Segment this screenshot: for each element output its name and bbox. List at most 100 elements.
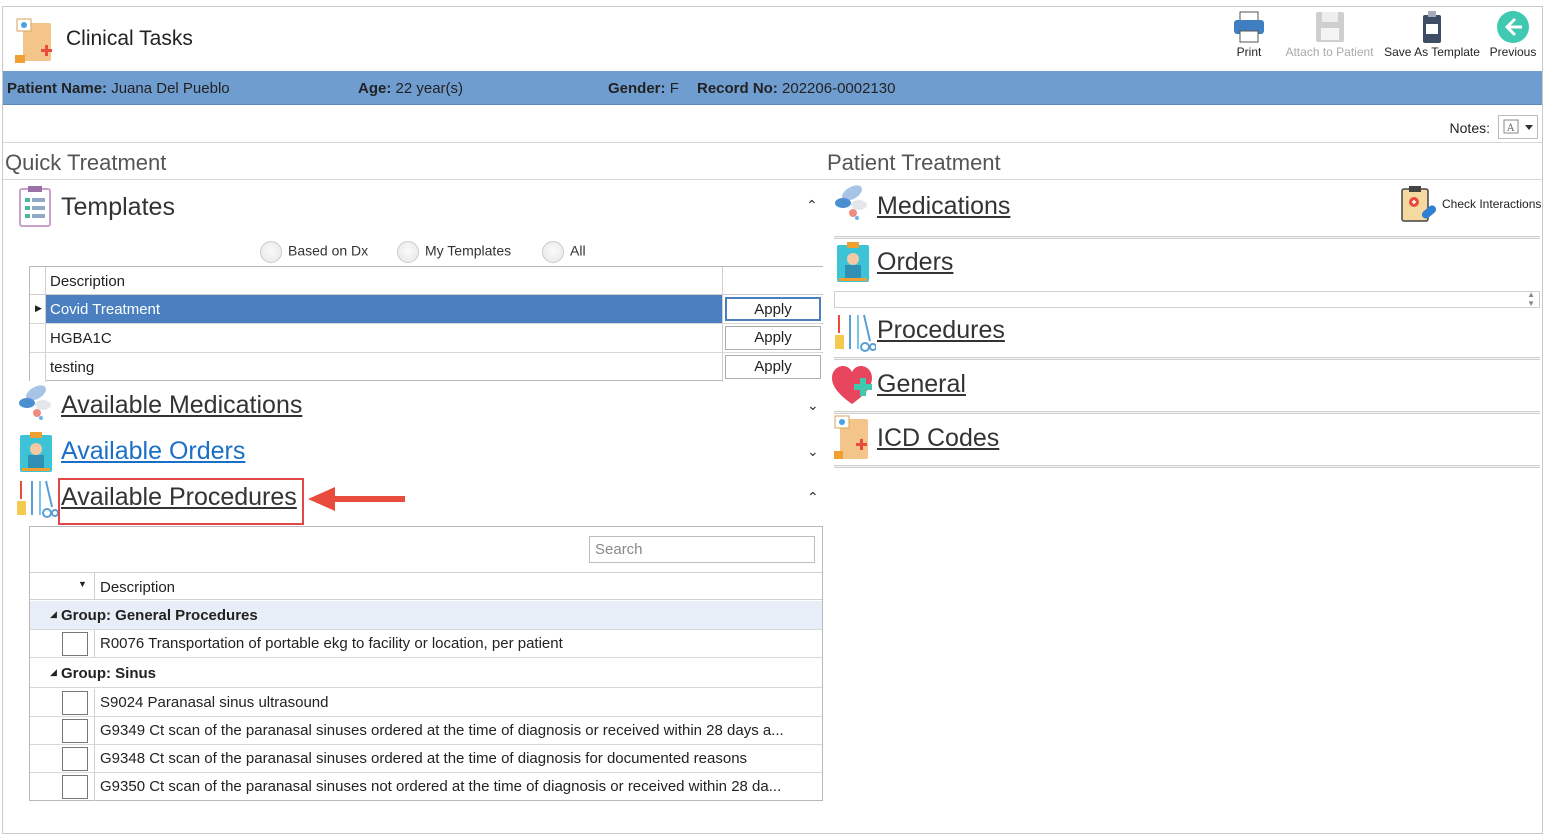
apply-cell: Apply — [722, 353, 823, 382]
patient-name-label: Patient Name: — [7, 80, 108, 97]
procedures-icon — [835, 314, 876, 352]
template-description: HGBA1C — [50, 330, 112, 347]
divider — [3, 179, 1542, 180]
row-indicator-header — [30, 267, 46, 294]
procedure-description: S9024 Paranasal sinus ultrasound — [100, 694, 329, 711]
procedure-search-input[interactable]: Search — [589, 536, 815, 563]
apply-button[interactable]: Apply — [725, 355, 821, 379]
procedure-checkbox[interactable] — [62, 747, 88, 771]
template-row[interactable]: testing Apply — [30, 353, 823, 382]
spinner-arrows-icon[interactable]: ▲ ▼ — [1527, 290, 1535, 308]
check-interactions-icon — [1401, 186, 1437, 222]
procedure-row[interactable]: G9349 Ct scan of the paranasal sinuses o… — [30, 717, 822, 745]
record-number: 202206-0002130 — [782, 80, 896, 97]
icd-codes-icon — [834, 415, 868, 459]
available-orders-link[interactable]: Available Orders — [61, 437, 245, 466]
sort-dropdown-icon[interactable]: ▼ — [78, 579, 87, 589]
procedure-checkbox[interactable] — [62, 691, 88, 715]
group-title: Group: General Procedures — [61, 607, 258, 624]
medications-link[interactable]: Medications — [877, 192, 1010, 221]
procedure-row[interactable]: G9350 Ct scan of the paranasal sinuses n… — [30, 773, 822, 801]
divider — [3, 142, 1542, 143]
patient-age: 22 year(s) — [395, 80, 464, 97]
select-column-header[interactable]: ▼ — [30, 573, 95, 599]
radio-label: My Templates — [425, 242, 512, 259]
icd-codes-link[interactable]: ICD Codes — [877, 424, 999, 453]
group-collapse-icon[interactable]: ◢ — [50, 667, 57, 678]
radio-circle-icon — [397, 241, 419, 263]
attach-to-patient-button[interactable]: Attach to Patient — [1282, 9, 1377, 59]
templates-clipboard-icon — [19, 186, 51, 227]
apply-button[interactable]: Apply — [725, 297, 821, 321]
group-collapse-icon[interactable]: ◢ — [50, 609, 57, 620]
radio-all[interactable]: All — [542, 241, 586, 263]
template-icon — [1423, 11, 1441, 43]
previous-button[interactable]: Previous — [1484, 9, 1542, 59]
medications-icon — [835, 185, 867, 220]
apply-column-header — [722, 267, 823, 294]
select-cell — [30, 717, 95, 744]
template-row[interactable]: HGBA1C Apply — [30, 324, 823, 353]
print-button[interactable]: Print — [1224, 9, 1274, 59]
svg-text:A: A — [1506, 123, 1515, 134]
radio-my-templates[interactable]: My Templates — [397, 241, 511, 263]
red-arrow-icon — [308, 487, 405, 511]
print-label: Print — [1236, 45, 1262, 59]
template-row[interactable]: ▶ Covid Treatment Apply — [30, 295, 823, 324]
procedures-icon — [17, 480, 58, 518]
group-title: Group: Sinus — [61, 665, 156, 682]
orders-icon — [20, 432, 52, 472]
patient-info-band: Patient Name: Juana Del Pueblo Age: 22 y… — [3, 71, 1542, 105]
radio-circle-icon — [260, 241, 282, 263]
printer-icon — [1234, 11, 1264, 43]
procedure-checkbox[interactable] — [62, 632, 88, 656]
window-title: Clinical Tasks — [66, 27, 193, 50]
clinical-tasks-window: Clinical Tasks Print Attach to Patient S… — [2, 6, 1543, 834]
templates-title: Templates — [61, 193, 175, 221]
available-medications-link[interactable]: Available Medications — [61, 391, 302, 420]
radio-based-on-dx[interactable]: Based on Dx — [260, 241, 368, 263]
template-description: Covid Treatment — [50, 301, 161, 318]
heart-plus-icon — [832, 366, 872, 404]
notes-dropdown[interactable]: A — [1498, 115, 1538, 139]
notes-label: Notes: — [1449, 120, 1490, 136]
save-as-template-button[interactable]: Save As Template — [1382, 9, 1482, 59]
description-column-header[interactable]: Description — [50, 273, 125, 290]
apply-cell: Apply — [722, 324, 823, 352]
procedure-description: G9348 Ct scan of the paranasal sinuses o… — [100, 750, 748, 767]
procedure-row[interactable]: S9024 Paranasal sinus ultrasound — [30, 689, 822, 717]
attach-label: Attach to Patient — [1285, 45, 1374, 59]
procedure-description: R0076 Transportation of portable ekg to … — [100, 635, 563, 652]
template-description: testing — [50, 359, 95, 376]
group-row-general-procedures[interactable]: ◢ Group: General Procedures — [30, 601, 822, 630]
radio-label: Based on Dx — [288, 242, 369, 259]
record-label: Record No: — [697, 80, 778, 97]
check-interactions-button[interactable]: Check Interactions — [1399, 184, 1541, 224]
patient-name: Juana Del Pueblo — [111, 80, 230, 97]
templates-grid: Description ▶ Covid Treatment Apply HGBA… — [29, 266, 823, 382]
save-disk-icon — [1315, 12, 1344, 42]
procedures-section-divider — [834, 357, 1540, 360]
gender-label: Gender: — [608, 80, 666, 97]
general-link[interactable]: General — [877, 370, 966, 399]
procedure-checkbox[interactable] — [62, 775, 88, 799]
procedure-checkbox[interactable] — [62, 719, 88, 743]
procedure-description: G9349 Ct scan of the paranasal sinuses o… — [100, 722, 784, 739]
procedures-grid: Search ▼ Description ◢ Group: General Pr… — [29, 526, 823, 801]
medications-section-divider — [834, 236, 1540, 239]
procedure-row[interactable]: G9348 Ct scan of the paranasal sinuses o… — [30, 745, 822, 773]
apply-button[interactable]: Apply — [725, 326, 821, 350]
orders-link[interactable]: Orders — [877, 248, 953, 277]
select-cell — [30, 630, 95, 657]
available-procedures-collapse-chevron-icon[interactable]: ⌃ — [807, 489, 819, 506]
templates-collapse-chevron-icon[interactable]: ⌃ — [806, 197, 818, 214]
procedure-row[interactable]: R0076 Transportation of portable ekg to … — [30, 630, 822, 658]
group-row-sinus[interactable]: ◢ Group: Sinus — [30, 659, 822, 688]
notes-icon: A — [1503, 119, 1533, 134]
available-medications-expand-chevron-icon[interactable]: ⌄ — [807, 397, 819, 414]
medications-icon — [19, 385, 51, 420]
available-orders-expand-chevron-icon[interactable]: ⌄ — [807, 443, 819, 460]
procedures-link[interactable]: Procedures — [877, 316, 1005, 345]
orders-scroll-area[interactable]: ▲ ▼ — [834, 290, 1540, 308]
description-column-header[interactable]: Description — [100, 579, 175, 596]
